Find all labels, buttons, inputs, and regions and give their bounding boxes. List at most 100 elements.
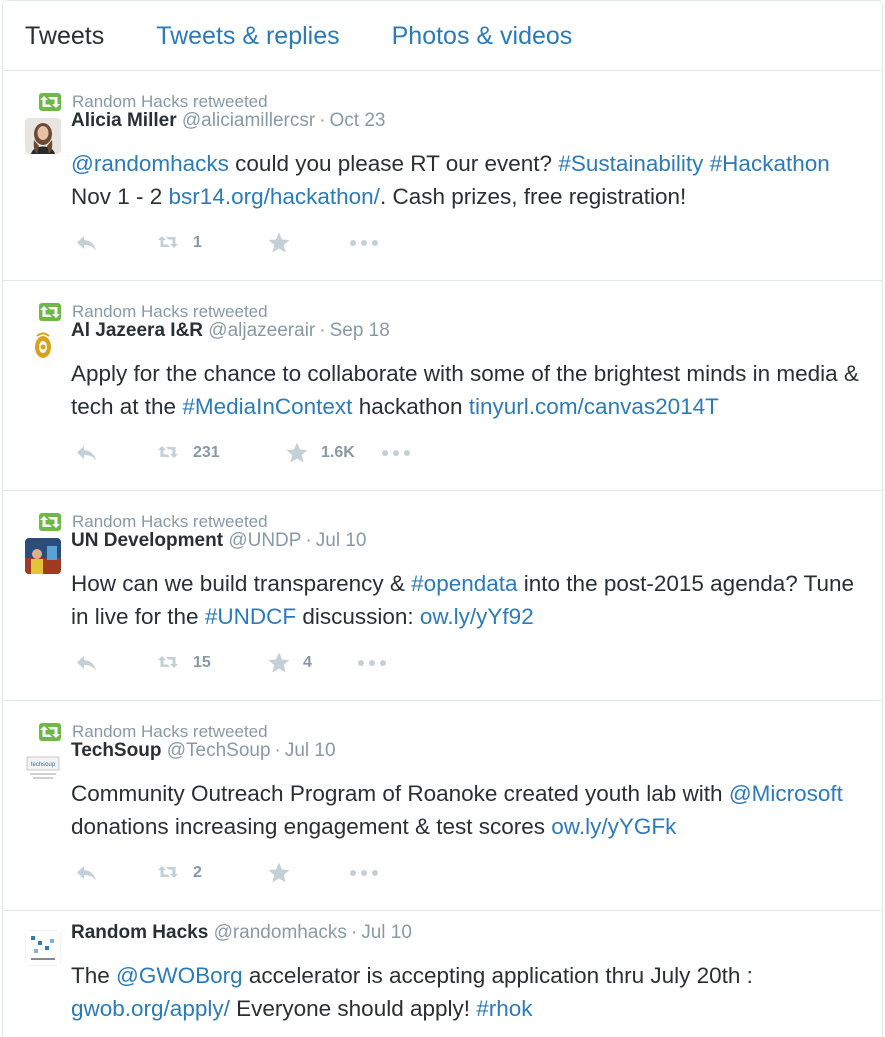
retweet-icon — [39, 93, 61, 111]
separator-dot: · — [305, 530, 312, 551]
tweet-link[interactable]: tinyurl.com/canvas2014T — [469, 394, 719, 419]
more-options-button[interactable] — [381, 447, 411, 459]
tweet-text-segment: Nov 1 - 2 — [71, 184, 169, 209]
tweet-header: TechSoup @TechSoup · Jul 10 — [71, 740, 336, 762]
avatar[interactable] — [25, 118, 61, 154]
avatar[interactable]: techsoup — [25, 748, 61, 784]
favorite-button[interactable]: 4 — [267, 651, 357, 675]
separator-dot: · — [350, 922, 358, 943]
more-options-button[interactable] — [357, 657, 387, 669]
tweet-timestamp[interactable]: Jul 10 — [285, 740, 336, 761]
reply-button[interactable] — [75, 653, 157, 673]
retweet-context-label: Random Hacks retweeted — [72, 302, 268, 321]
retweet-button[interactable]: 15 — [157, 653, 267, 673]
star-icon — [267, 861, 291, 885]
more-options-button[interactable] — [349, 237, 379, 249]
retweet-icon — [157, 233, 181, 253]
tweet-link[interactable]: #UNDCF — [205, 604, 296, 629]
reply-button[interactable] — [75, 233, 157, 253]
reply-icon — [75, 863, 99, 883]
author-name[interactable]: TechSoup — [71, 740, 161, 761]
avatar[interactable] — [25, 328, 61, 364]
tweet-text-segment: Community Outreach Program of Roanoke cr… — [71, 781, 729, 806]
favorite-count: 1.6K — [321, 444, 355, 461]
tweet-actions: 2 — [75, 861, 379, 885]
tweet-link[interactable]: #rhok — [476, 996, 532, 1021]
retweet-button[interactable]: 2 — [157, 863, 267, 883]
retweet-icon — [39, 723, 61, 741]
author-handle[interactable]: @UNDP — [228, 530, 301, 551]
tweet-link[interactable]: @GWOBorg — [116, 963, 243, 988]
tweet-timestamp[interactable]: Jul 10 — [361, 922, 412, 943]
tab-photos-and-videos[interactable]: Photos & videos — [392, 21, 573, 51]
tweet-text-segment: Everyone should apply! — [229, 996, 477, 1021]
tweet-link[interactable]: bsr14.org/hackathon/ — [169, 184, 380, 209]
tab-tweets[interactable]: Tweets — [25, 21, 104, 51]
retweet-context-label: Random Hacks retweeted — [72, 512, 268, 531]
tweet-actions: 1 — [75, 231, 379, 255]
author-handle[interactable]: @aljazeerair — [208, 320, 315, 341]
author-name[interactable]: Random Hacks — [71, 922, 208, 943]
tweet-text-segment: hackathon — [352, 394, 469, 419]
reply-icon — [75, 443, 99, 463]
tweet-header: Alicia Miller @aliciamillercsr · Oct 23 — [71, 110, 386, 132]
tweet-timestamp[interactable]: Sep 18 — [330, 320, 390, 341]
author-handle[interactable]: @randomhacks — [214, 922, 347, 943]
timeline-tabs: Tweets Tweets & replies Photos & videos — [3, 1, 882, 71]
favorite-button[interactable] — [267, 231, 349, 255]
separator-dot: · — [319, 320, 326, 341]
tweet-timestamp[interactable]: Oct 23 — [330, 110, 386, 131]
tweet-stream: Random Hacks retweeted Alicia Miller @ali… — [3, 71, 882, 1037]
avatar[interactable] — [25, 538, 61, 574]
tweet-item: Random Hacks @randomhacks · Jul 10 The @GWO… — [3, 911, 882, 1037]
tweet-item: Random Hacks retweeted Al Jazeera I&R @al… — [3, 281, 882, 491]
reply-button[interactable] — [75, 443, 157, 463]
tweet-link[interactable]: #opendata — [411, 571, 517, 596]
favorite-button[interactable] — [267, 861, 349, 885]
tweet-link[interactable]: ow.ly/yYGFk — [551, 814, 676, 839]
favorite-count: 4 — [303, 654, 312, 671]
tweet-link[interactable]: #Sustainability — [558, 151, 703, 176]
svg-text:techsoup: techsoup — [31, 762, 56, 768]
reply-icon — [75, 233, 99, 253]
tweet-actions: 15 4 — [75, 651, 387, 675]
tweet-link[interactable]: @randomhacks — [71, 151, 229, 176]
tweet-link[interactable]: gwob.org/apply/ — [71, 996, 230, 1021]
retweet-count: 15 — [193, 654, 211, 671]
tweet-text-segment: accelerator is accepting application thr… — [242, 963, 753, 988]
tweet-text-segment: . Cash prizes, free registration! — [379, 184, 687, 209]
author-name[interactable]: Al Jazeera I&R — [71, 320, 203, 341]
tweet-item: Random Hacks retweeted Alicia Miller @ali… — [3, 71, 882, 281]
retweet-icon — [39, 303, 61, 321]
more-options-button[interactable] — [349, 867, 379, 879]
tweet-text-segment: The — [71, 963, 117, 988]
retweet-context-label: Random Hacks retweeted — [72, 92, 268, 111]
author-handle[interactable]: @TechSoup — [167, 740, 271, 761]
tweet-link[interactable]: #MediaInContext — [182, 394, 352, 419]
author-handle[interactable]: @aliciamillercsr — [182, 110, 315, 131]
author-name[interactable]: UN Development — [71, 530, 223, 551]
retweet-context: Random Hacks retweeted — [39, 722, 268, 742]
retweet-button[interactable]: 1 — [157, 233, 267, 253]
more-icon — [349, 237, 379, 249]
author-name[interactable]: Alicia Miller — [71, 110, 177, 131]
retweet-button[interactable]: 231 — [157, 443, 285, 463]
reply-button[interactable] — [75, 863, 157, 883]
tweet-actions: 231 1.6K — [75, 441, 411, 465]
tweet-link[interactable]: #Hackathon — [710, 151, 830, 176]
tweet-item: Random Hacks retweeted techsoup TechSoup @… — [3, 701, 882, 911]
tweet-header: Al Jazeera I&R @aljazeerair · Sep 18 — [71, 320, 390, 342]
more-icon — [349, 867, 379, 879]
retweet-icon — [39, 513, 61, 531]
retweet-count: 1 — [193, 234, 202, 251]
tweet-timestamp[interactable]: Jul 10 — [316, 530, 367, 551]
separator-dot: · — [274, 740, 281, 761]
favorite-button[interactable]: 1.6K — [285, 441, 381, 465]
avatar[interactable] — [25, 930, 61, 966]
retweet-context-label: Random Hacks retweeted — [72, 722, 268, 741]
tweet-link[interactable]: @Microsoft — [729, 781, 843, 806]
tab-tweets-and-replies[interactable]: Tweets & replies — [156, 21, 339, 51]
retweet-icon — [157, 443, 181, 463]
tweet-header: UN Development @UNDP · Jul 10 — [71, 530, 366, 552]
tweet-link[interactable]: ow.ly/yYf92 — [420, 604, 534, 629]
